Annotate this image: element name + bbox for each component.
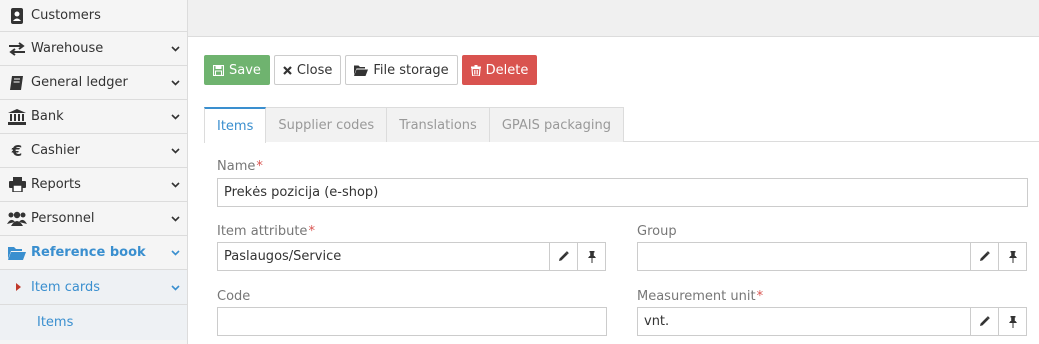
measurement-unit-label: Measurement unit* bbox=[637, 289, 764, 304]
chevron-down-icon bbox=[171, 216, 180, 222]
sidebar-subitem-item-cards[interactable]: Item cards bbox=[0, 270, 187, 305]
pin-icon bbox=[1008, 250, 1017, 263]
sidebar-item-label: Reference book bbox=[31, 245, 146, 260]
group-field[interactable] bbox=[637, 242, 971, 271]
delete-button-label: Delete bbox=[485, 62, 529, 78]
print-icon bbox=[6, 177, 28, 192]
chevron-down-icon bbox=[171, 148, 180, 154]
sidebar: Customers Warehouse General ledger Bank … bbox=[0, 0, 188, 344]
name-label: Name* bbox=[217, 159, 263, 174]
sidebar-item-warehouse[interactable]: Warehouse bbox=[0, 32, 187, 66]
sidebar-item-label: Warehouse bbox=[31, 41, 104, 56]
sidebar-item-personnel[interactable]: Personnel bbox=[0, 202, 187, 236]
chevron-down-icon bbox=[171, 46, 180, 52]
sidebar-item-label: Customers bbox=[31, 8, 101, 23]
sidebar-item-label: Bank bbox=[31, 109, 64, 124]
users-icon bbox=[6, 211, 28, 226]
chevron-down-icon bbox=[171, 250, 180, 256]
code-field[interactable] bbox=[217, 307, 607, 336]
pencil-icon bbox=[980, 251, 990, 261]
tab-gpais-packaging[interactable]: GPAIS packaging bbox=[488, 107, 624, 142]
save-button-label: Save bbox=[229, 62, 261, 78]
required-marker: * bbox=[308, 224, 315, 239]
item-attribute-field[interactable]: Paslaugos/Service bbox=[217, 242, 550, 271]
code-label: Code bbox=[217, 289, 251, 304]
name-field[interactable]: Prekės pozicija (e-shop) bbox=[217, 178, 1028, 207]
trash-icon bbox=[470, 64, 481, 76]
required-marker: * bbox=[756, 289, 764, 304]
sidebar-item-reports[interactable]: Reports bbox=[0, 168, 187, 202]
pin-icon bbox=[1008, 315, 1017, 328]
tab-bar: Items Supplier codes Translations GPAIS … bbox=[204, 107, 1039, 143]
close-button-label: Close bbox=[296, 62, 333, 78]
required-marker: * bbox=[256, 159, 263, 174]
item-attribute-pin-button[interactable] bbox=[577, 242, 606, 271]
pin-icon bbox=[587, 250, 596, 263]
tab-translations[interactable]: Translations bbox=[386, 107, 490, 142]
close-button[interactable]: Close bbox=[273, 55, 342, 85]
group-edit-button[interactable] bbox=[970, 242, 999, 271]
folder-open-icon bbox=[6, 246, 28, 260]
sidebar-item-label: General ledger bbox=[31, 75, 128, 90]
sidebar-item-general-ledger[interactable]: General ledger bbox=[0, 66, 187, 100]
chevron-down-icon bbox=[171, 182, 180, 188]
caret-right-icon bbox=[16, 283, 21, 291]
delete-button[interactable]: Delete bbox=[461, 55, 538, 85]
chevron-down-icon bbox=[171, 80, 180, 86]
sidebar-item-bank[interactable]: Bank bbox=[0, 100, 187, 134]
sidebar-item-label: Personnel bbox=[31, 211, 95, 226]
toolbar: Save Close File storage Delete bbox=[204, 55, 538, 85]
save-button[interactable]: Save bbox=[204, 55, 270, 85]
top-bar bbox=[188, 0, 1039, 37]
measurement-unit-field[interactable]: vnt. bbox=[637, 307, 971, 336]
sidebar-item-cashier[interactable]: € Cashier bbox=[0, 134, 187, 168]
measurement-unit-edit-button[interactable] bbox=[970, 307, 999, 336]
sidebar-item-label: Reports bbox=[31, 177, 81, 192]
group-label: Group bbox=[637, 224, 677, 239]
book-icon bbox=[6, 75, 28, 91]
pencil-icon bbox=[980, 316, 990, 326]
exchange-icon bbox=[6, 41, 28, 56]
file-storage-button-label: File storage bbox=[373, 62, 449, 78]
item-attribute-edit-button[interactable] bbox=[549, 242, 578, 271]
pencil-icon bbox=[559, 251, 569, 261]
group-pin-button[interactable] bbox=[998, 242, 1027, 271]
folder-open-icon bbox=[354, 65, 369, 76]
tab-items[interactable]: Items bbox=[204, 107, 267, 143]
euro-icon: € bbox=[11, 141, 23, 160]
chevron-down-icon bbox=[171, 114, 180, 120]
address-book-icon bbox=[6, 7, 28, 24]
floppy-icon bbox=[213, 64, 224, 76]
file-storage-button[interactable]: File storage bbox=[345, 55, 458, 85]
tab-supplier-codes[interactable]: Supplier codes bbox=[265, 107, 388, 142]
sidebar-item-customers[interactable]: Customers bbox=[0, 0, 187, 32]
sidebar-subitem-items[interactable]: Items bbox=[0, 305, 187, 340]
close-icon bbox=[283, 65, 292, 75]
measurement-unit-pin-button[interactable] bbox=[998, 307, 1027, 336]
item-attribute-label: Item attribute* bbox=[217, 224, 315, 239]
chevron-down-icon bbox=[171, 285, 180, 291]
sidebar-subitem-label: Items bbox=[37, 315, 74, 330]
sidebar-item-label: Cashier bbox=[31, 143, 81, 158]
sidebar-item-reference-book[interactable]: Reference book bbox=[0, 236, 187, 270]
sidebar-subitem-label: Item cards bbox=[31, 279, 100, 295]
bank-icon bbox=[6, 108, 28, 125]
